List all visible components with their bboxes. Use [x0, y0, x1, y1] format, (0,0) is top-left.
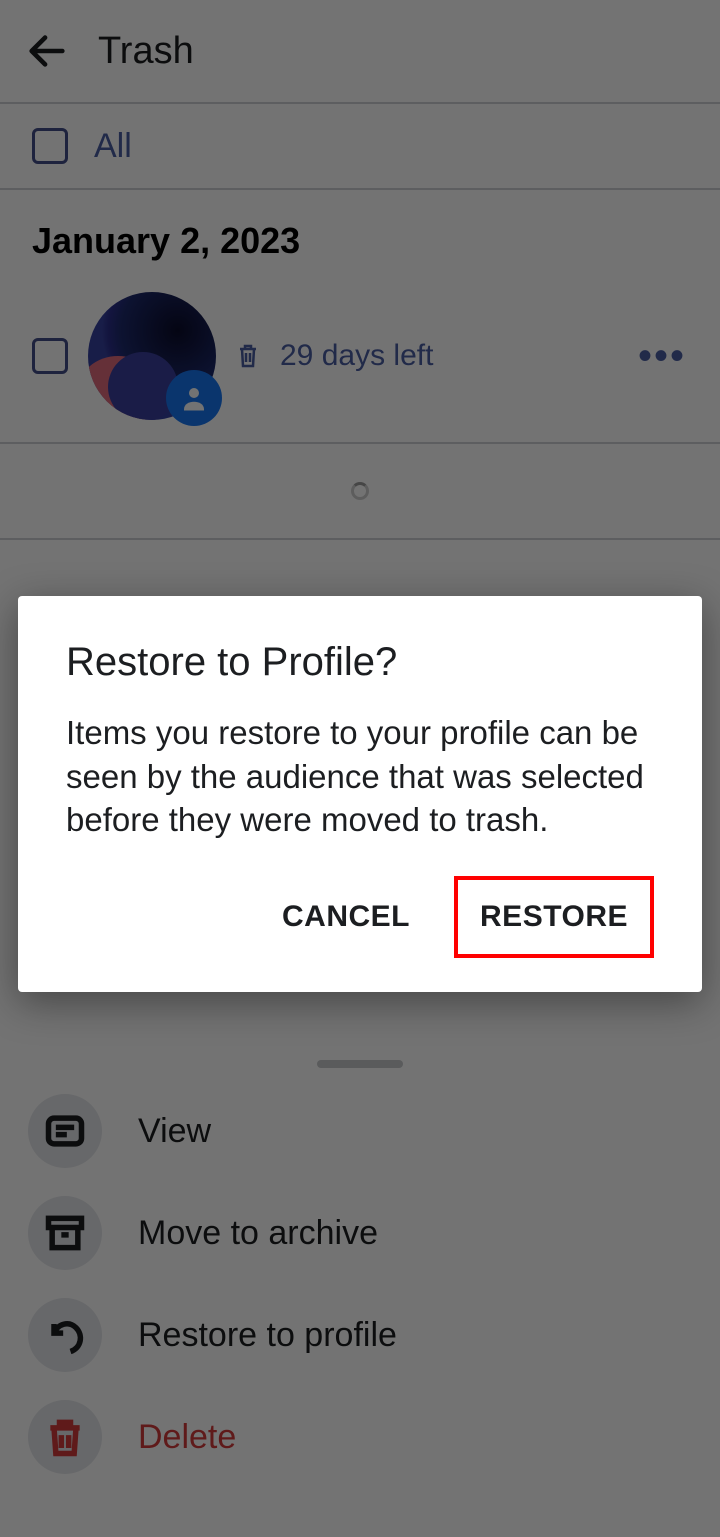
restore-dialog: Restore to Profile? Items you restore to… — [18, 596, 702, 992]
dialog-title: Restore to Profile? — [66, 640, 654, 685]
restore-button[interactable]: RESTORE — [454, 876, 654, 958]
dialog-body: Items you restore to your profile can be… — [66, 711, 654, 842]
cancel-button[interactable]: CANCEL — [264, 886, 428, 948]
dialog-actions: CANCEL RESTORE — [66, 876, 654, 958]
